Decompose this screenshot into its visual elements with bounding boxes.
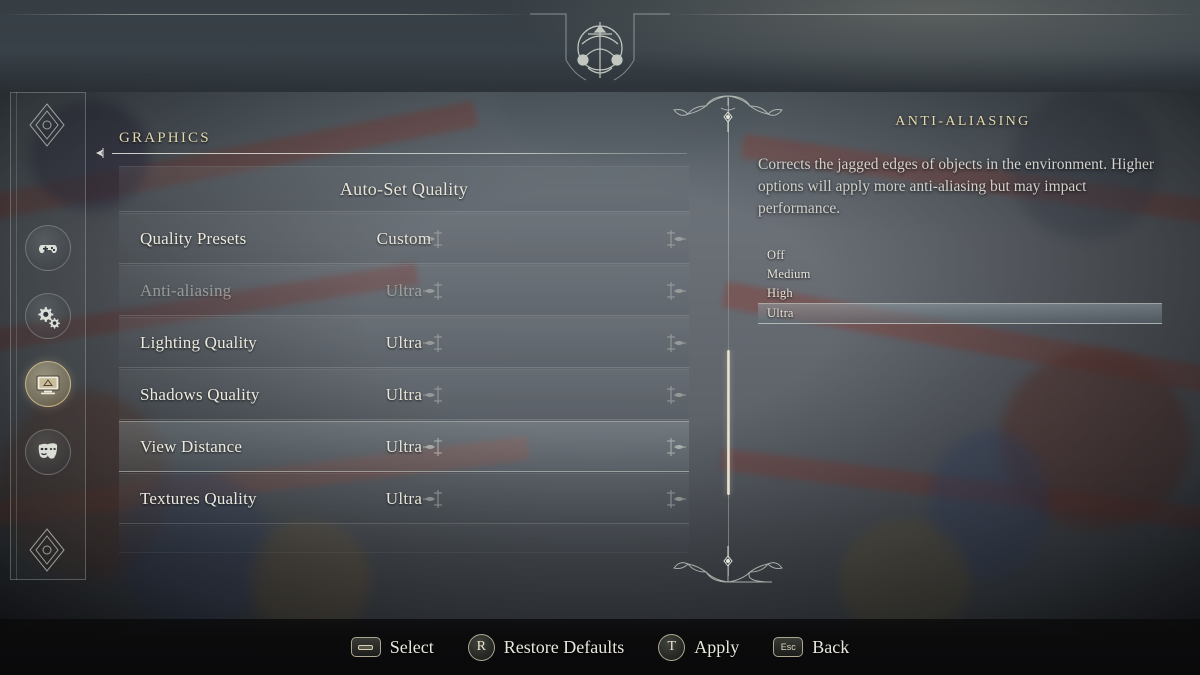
increase-arrow-icon[interactable]: [664, 434, 689, 460]
frame-ornament-top-icon: [29, 103, 65, 147]
sidebar-item-graphics[interactable]: [25, 361, 71, 407]
increase-arrow-icon[interactable]: [664, 226, 689, 252]
setting-row-anti-aliasing[interactable]: Anti-aliasing Ultra: [119, 265, 689, 316]
setting-row-shadows-quality[interactable]: Shadows Quality Ultra: [119, 369, 689, 420]
theater-masks-icon: [38, 443, 58, 459]
heraldic-crest-icon: [530, 13, 670, 81]
info-title: ANTI-ALIASING: [895, 114, 1031, 129]
title-divider: [112, 153, 687, 154]
sidebar-item-controls[interactable]: [25, 225, 71, 271]
prompt-label: Back: [812, 636, 850, 657]
sidebar-item-gameplay[interactable]: [25, 293, 71, 339]
prompt-label: Restore Defaults: [503, 636, 625, 657]
option-item-ultra[interactable]: Ultra: [758, 303, 1162, 324]
esc-key-icon: Esc: [773, 637, 804, 657]
sidebar-nav[interactable]: [22, 225, 74, 475]
sidebar-item-audio[interactable]: [25, 429, 71, 475]
scrollbar-thumb[interactable]: [726, 350, 730, 495]
game-options-screen: GRAPHICS Auto-Set Quality Quality Preset…: [0, 0, 1200, 675]
page-title: GRAPHICS: [119, 130, 211, 146]
info-panel: ANTI-ALIASING Corrects the jagged edges …: [758, 114, 1168, 324]
panel-divider: [728, 98, 729, 576]
divider-ornament-bottom-icon: [673, 546, 783, 583]
decrease-arrow-icon[interactable]: [419, 330, 445, 356]
r-key-icon: R: [467, 633, 495, 661]
increase-arrow-icon[interactable]: [664, 278, 689, 304]
setting-row-quality-presets[interactable]: Quality Presets Custom: [119, 213, 689, 264]
prompt-restore-defaults[interactable]: R Restore Defaults: [467, 633, 625, 661]
option-list[interactable]: Off Medium High Ultra: [758, 246, 1162, 324]
option-item-off[interactable]: Off: [758, 246, 1162, 265]
setting-row-lighting-quality[interactable]: Lighting Quality Ultra: [119, 317, 689, 368]
decrease-arrow-icon[interactable]: [419, 486, 445, 512]
increase-arrow-icon[interactable]: [664, 486, 689, 512]
top-crest-bar: [0, 0, 1200, 92]
prompt-apply[interactable]: T Apply: [658, 633, 740, 661]
auto-set-quality-button[interactable]: Auto-Set Quality: [119, 166, 689, 212]
decrease-arrow-icon[interactable]: [419, 382, 445, 408]
option-item-high[interactable]: High: [758, 284, 1162, 303]
decrease-arrow-icon[interactable]: [419, 226, 445, 252]
decrease-arrow-icon[interactable]: [419, 434, 445, 460]
decrease-arrow-icon[interactable]: [419, 278, 445, 304]
gamepad-icon: [39, 245, 57, 253]
settings-list[interactable]: Auto-Set Quality Quality Presets Custom: [119, 166, 689, 558]
setting-label: Anti-aliasing: [140, 280, 232, 300]
frame-ornament-bottom-icon: [29, 528, 65, 572]
spacebar-glyph-icon: [358, 644, 374, 650]
setting-label: View Distance: [140, 436, 243, 456]
setting-label: Quality Presets: [140, 228, 247, 248]
prompt-back[interactable]: Esc Back: [773, 637, 849, 658]
prompt-label: Apply: [694, 636, 740, 657]
setting-row-next-partial[interactable]: [119, 525, 689, 553]
spacebar-key-icon: [350, 637, 381, 657]
prompt-label: Select: [389, 636, 434, 657]
monitor-icon: [36, 375, 60, 395]
setting-row-view-distance[interactable]: View Distance Ultra: [119, 421, 689, 472]
setting-label: Lighting Quality: [140, 332, 257, 352]
info-description: Corrects the jagged edges of objects in …: [758, 156, 1154, 217]
setting-label: Textures Quality: [140, 488, 257, 508]
gears-icon: [38, 307, 60, 329]
option-item-medium[interactable]: Medium: [758, 265, 1162, 284]
increase-arrow-icon[interactable]: [664, 382, 689, 408]
increase-arrow-icon[interactable]: [664, 330, 689, 356]
prompt-select[interactable]: Select: [350, 636, 434, 658]
setting-row-textures-quality[interactable]: Textures Quality Ultra: [119, 473, 689, 524]
bottom-action-bar: Select R Restore Defaults T Apply Esc Ba…: [0, 619, 1200, 675]
options-panel: GRAPHICS Auto-Set Quality Quality Preset…: [86, 92, 1190, 583]
setting-label: Shadows Quality: [140, 384, 260, 404]
auto-set-quality-label: Auto-Set Quality: [339, 178, 469, 199]
t-key-icon: T: [658, 633, 686, 661]
